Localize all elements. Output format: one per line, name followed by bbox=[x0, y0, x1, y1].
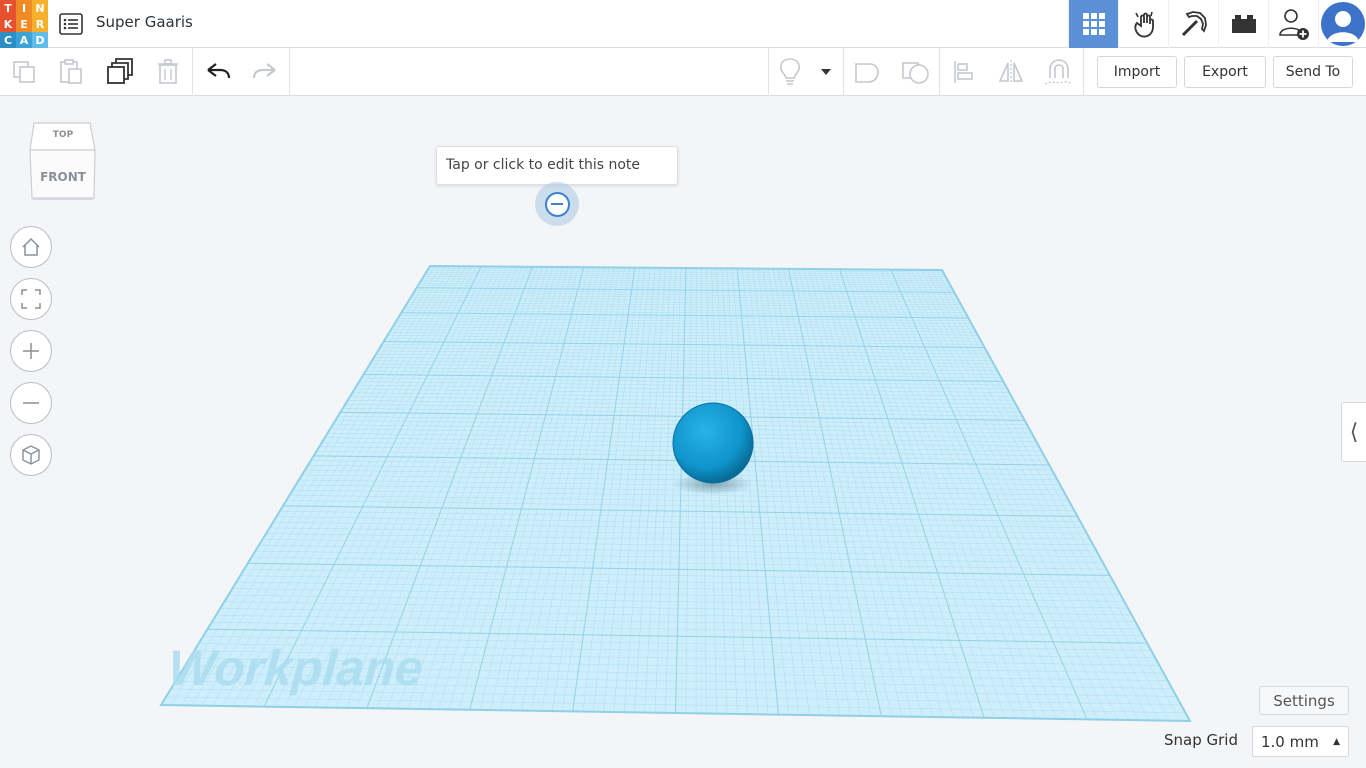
avatar-icon bbox=[1326, 11, 1359, 42]
design-list-button[interactable] bbox=[58, 11, 84, 37]
ungroup-button[interactable] bbox=[891, 48, 939, 96]
note-pin-button[interactable] bbox=[535, 182, 579, 226]
view-cube[interactable]: TOP FRONT bbox=[28, 120, 98, 202]
snap-grid-value: 1.0 mm bbox=[1261, 732, 1319, 751]
note-text[interactable]: Tap or click to edit this note bbox=[436, 146, 678, 185]
add-user-icon bbox=[1278, 9, 1309, 40]
duplicate-button[interactable] bbox=[96, 48, 144, 96]
settings-button[interactable]: Settings bbox=[1259, 686, 1349, 715]
align-button[interactable] bbox=[939, 48, 987, 96]
notes-dropdown-button[interactable] bbox=[810, 48, 842, 96]
mirror-icon bbox=[998, 60, 1024, 84]
logo-letter: A bbox=[16, 32, 32, 48]
group-icon bbox=[855, 63, 879, 83]
grid-icon bbox=[1082, 13, 1105, 35]
home-view-button[interactable] bbox=[10, 226, 52, 268]
fit-icon bbox=[21, 289, 41, 309]
cube-icon bbox=[22, 445, 40, 465]
zoom-in-button[interactable] bbox=[10, 330, 52, 372]
avatar bbox=[1320, 2, 1365, 46]
magnet-icon bbox=[1044, 59, 1073, 85]
circuits-view-button[interactable] bbox=[1118, 0, 1168, 48]
align-icon bbox=[954, 61, 973, 83]
cruise-button[interactable] bbox=[1034, 48, 1082, 96]
plus-icon bbox=[23, 343, 39, 359]
top-header: TINKERCAD Super Gaaris bbox=[0, 0, 1366, 48]
redo-button[interactable] bbox=[241, 48, 289, 96]
workplane-label: Workplane bbox=[166, 640, 425, 696]
mirror-button[interactable] bbox=[987, 48, 1035, 96]
view-cube-top-label[interactable]: TOP bbox=[28, 130, 98, 140]
ortho-view-button[interactable] bbox=[10, 434, 52, 476]
fit-view-button[interactable] bbox=[10, 278, 52, 320]
pickaxe-icon bbox=[1181, 11, 1207, 37]
logo-letter: R bbox=[32, 16, 48, 32]
caret-down-icon bbox=[821, 69, 831, 75]
logo-letter: T bbox=[0, 0, 16, 16]
redo-icon bbox=[252, 63, 276, 79]
logo-letter: I bbox=[16, 0, 32, 16]
minus-icon bbox=[551, 203, 563, 205]
zoom-out-button[interactable] bbox=[10, 382, 52, 424]
edit-toolbar: Import Export Send To bbox=[0, 48, 1366, 96]
duplicate-icon bbox=[107, 58, 133, 84]
copy-icon bbox=[13, 61, 35, 83]
add-user-button[interactable] bbox=[1268, 0, 1318, 48]
undo-icon bbox=[207, 63, 231, 79]
profile-button[interactable] bbox=[1318, 0, 1366, 48]
lightbulb-icon bbox=[780, 58, 800, 85]
ungroup-icon bbox=[902, 62, 929, 84]
snap-grid-label: Snap Grid bbox=[1164, 731, 1238, 749]
import-button[interactable]: Import bbox=[1097, 56, 1177, 88]
snap-grid-select[interactable]: 1.0 mm ▲ bbox=[1252, 726, 1349, 757]
list-icon bbox=[59, 13, 83, 35]
home-icon bbox=[22, 237, 40, 256]
minecraft-view-button[interactable] bbox=[1168, 0, 1218, 48]
logo-letter: N bbox=[32, 0, 48, 16]
trash-icon bbox=[158, 59, 178, 84]
send-to-button[interactable]: Send To bbox=[1273, 56, 1353, 88]
export-button[interactable]: Export bbox=[1184, 56, 1266, 88]
group-button[interactable] bbox=[843, 48, 891, 96]
view-cube-front-label[interactable]: FRONT bbox=[28, 170, 98, 184]
logo-letter: E bbox=[16, 16, 32, 32]
sphere-shape[interactable] bbox=[672, 402, 754, 484]
collapse-panel-button[interactable]: ⟨ bbox=[1341, 402, 1366, 462]
lego-view-button[interactable] bbox=[1218, 0, 1268, 48]
logo-letter: K bbox=[0, 16, 16, 32]
3d-design-view-button[interactable] bbox=[1068, 0, 1118, 48]
paste-icon bbox=[60, 59, 82, 84]
tinkercad-logo[interactable]: TINKERCAD bbox=[0, 0, 48, 48]
show-notes-button[interactable] bbox=[766, 48, 814, 96]
workplane-canvas[interactable]: Workplane bbox=[0, 96, 1366, 768]
paste-button[interactable] bbox=[47, 48, 95, 96]
brick-icon bbox=[1231, 15, 1256, 33]
caret-up-icon: ▲ bbox=[1333, 737, 1340, 747]
undo-button[interactable] bbox=[194, 48, 242, 96]
hand-icon bbox=[1133, 11, 1154, 38]
copy-button[interactable] bbox=[0, 48, 48, 96]
logo-letter: C bbox=[0, 32, 16, 48]
logo-letter: D bbox=[32, 32, 48, 48]
design-title[interactable]: Super Gaaris bbox=[96, 13, 193, 31]
note-pin-minus bbox=[544, 191, 570, 217]
delete-button[interactable] bbox=[144, 48, 192, 96]
minus-icon bbox=[23, 402, 39, 404]
